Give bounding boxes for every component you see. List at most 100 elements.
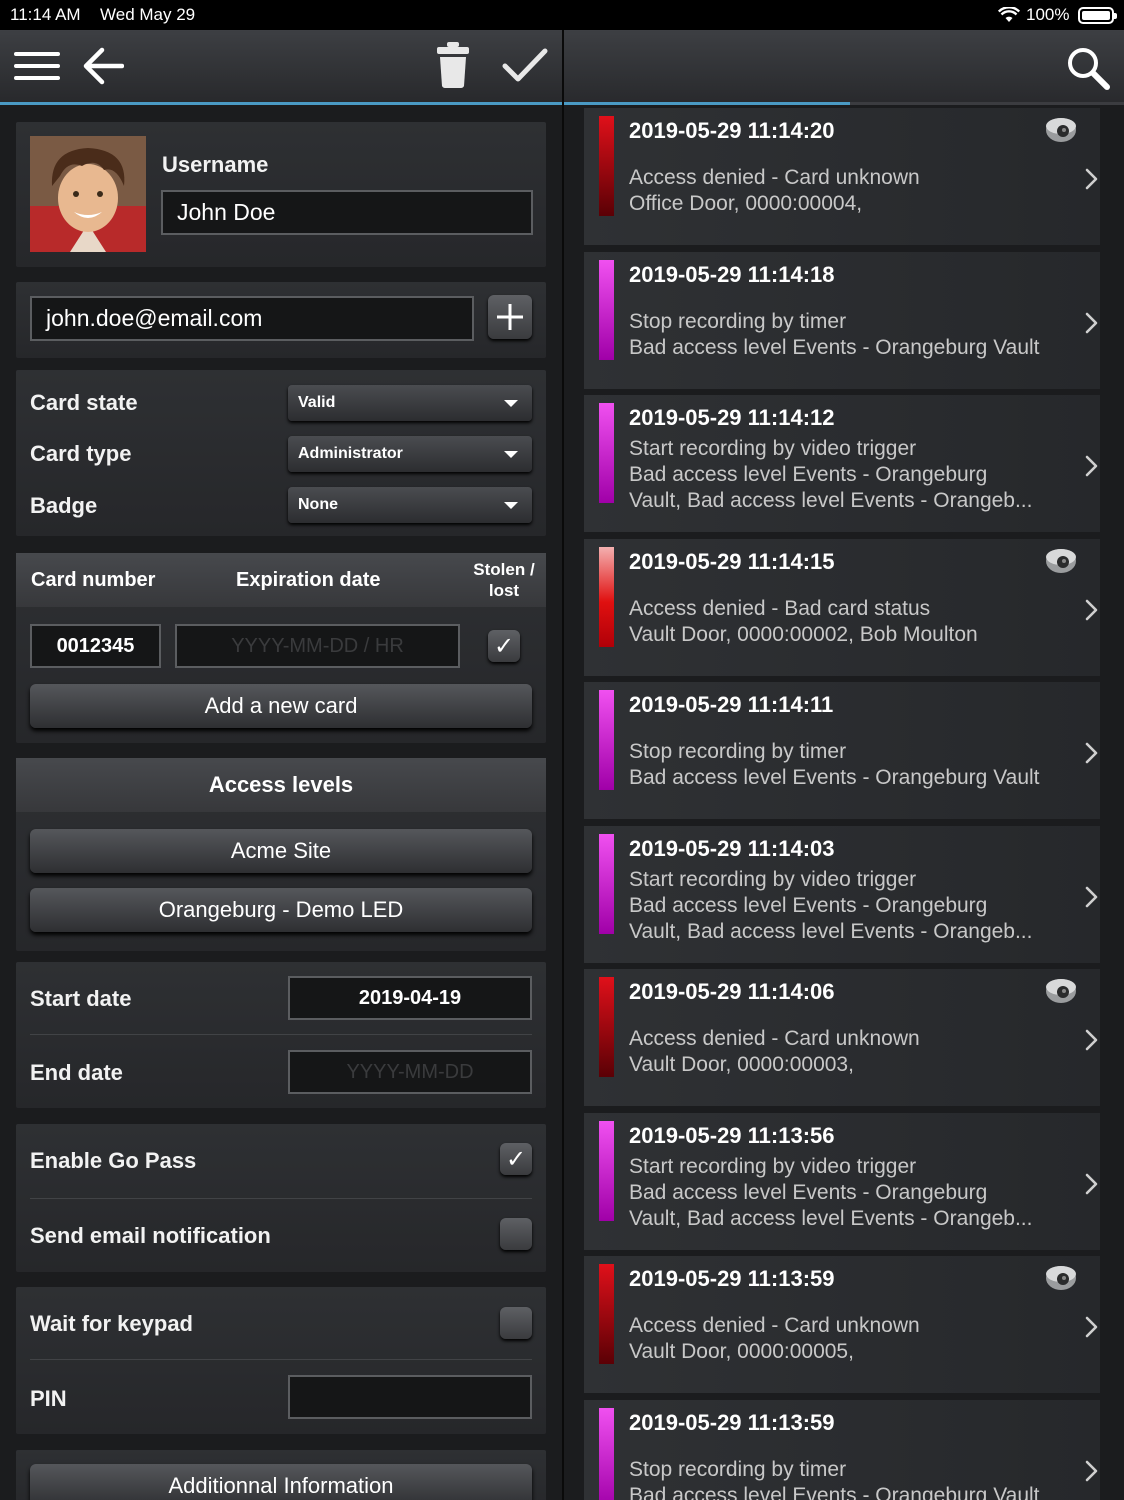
event-timestamp: 2019-05-29 11:14:15 (629, 549, 835, 574)
event-description-line: Bad access level Events - Orangeburg Vau… (629, 766, 1040, 789)
additional-info-card: Additionnal Information (16, 1450, 546, 1500)
arrow-left-icon[interactable] (82, 46, 124, 86)
event-timestamp: 2019-05-29 11:14:12 (629, 405, 835, 430)
event-severity-bar (599, 547, 614, 647)
col-stolen-lost: Stolen / lost (473, 560, 535, 600)
event-description-line: Bad access level Events - Orangeburg Vau… (629, 1484, 1040, 1500)
camera-icon[interactable] (1044, 975, 1078, 1005)
email-field[interactable]: john.doe@email.com (30, 296, 474, 341)
event-description-line: Vault Door, 0000:00003, (629, 1053, 854, 1076)
checkmark-icon: ✓ (505, 1145, 527, 1173)
access-levels-title: Access levels (208, 772, 354, 797)
end-date-label: End date (30, 1060, 123, 1085)
events-toolbar (564, 30, 1124, 105)
event-description-line: Bad access level Events - Orangeburg (629, 894, 988, 917)
pin-field[interactable] (288, 1375, 532, 1419)
card-number-field[interactable]: 0012345 (30, 624, 161, 668)
event-timestamp: 2019-05-29 11:13:59 (629, 1410, 835, 1435)
event-row[interactable]: 2019-05-29 11:14:15 Access denied - Bad c… (584, 539, 1100, 679)
chevron-right-icon (1085, 312, 1098, 334)
event-severity-bar (599, 1121, 614, 1221)
notifications-card: Enable Go Pass ✓ Send email notification (16, 1124, 546, 1272)
username-value: John Doe (177, 199, 276, 225)
card-number-value: 0012345 (56, 634, 135, 657)
event-timestamp: 2019-05-29 11:14:06 (629, 979, 835, 1004)
additional-info-label: Additionnal Information (168, 1473, 394, 1498)
card-type-label: Card type (30, 441, 132, 466)
search-icon[interactable] (1066, 46, 1110, 90)
access-level-item[interactable]: Acme Site (30, 829, 532, 873)
email-notify-checkbox[interactable] (500, 1218, 532, 1250)
status-time: 11:14 AM (10, 5, 81, 24)
event-description-line: Stop recording by timer (629, 740, 847, 763)
event-row[interactable]: 2019-05-29 11:14:06 Access denied - Card … (584, 969, 1100, 1109)
checkmark-icon: ✓ (493, 632, 515, 660)
chevron-down-icon (504, 451, 518, 458)
go-pass-label: Enable Go Pass (30, 1148, 197, 1173)
camera-icon[interactable] (1044, 1262, 1078, 1292)
camera-icon[interactable] (1044, 545, 1078, 575)
card-type-value: Administrator (298, 445, 403, 462)
stolen-lost-checkbox[interactable]: ✓ (488, 630, 520, 662)
event-row[interactable]: 2019-05-29 11:13:59 Access denied - Card … (584, 1256, 1100, 1396)
status-bar: 11:14 AM Wed May 29 100% (0, 0, 1124, 30)
event-description-line: Stop recording by timer (629, 310, 847, 333)
trash-icon[interactable] (436, 42, 470, 88)
chevron-right-icon (1085, 455, 1098, 477)
event-description-line: Vault Door, 0000:00005, (629, 1340, 854, 1363)
cards-table-header: Card number Expiration date Stolen / los… (16, 553, 546, 607)
access-level-label: Acme Site (230, 838, 332, 863)
expiration-date-field[interactable]: YYYY-MM-DD / HR (175, 624, 460, 668)
event-severity-bar (599, 690, 614, 790)
event-timestamp: 2019-05-29 11:13:59 (629, 1266, 835, 1291)
access-levels-header: Access levels (16, 758, 546, 812)
camera-icon[interactable] (1044, 114, 1078, 144)
pin-label: PIN (30, 1386, 67, 1411)
event-row[interactable]: 2019-05-29 11:14:20 Access denied - Card … (584, 108, 1100, 248)
status-date: Wed May 29 (100, 5, 196, 24)
card-state-value: Valid (298, 394, 336, 411)
event-timestamp: 2019-05-29 11:14:18 (629, 262, 835, 287)
event-description-line: Vault, Bad access level Events - Orangeb… (629, 1207, 1033, 1230)
chevron-right-icon (1085, 599, 1098, 621)
event-row[interactable]: 2019-05-29 11:14:12 Start recording by vi… (584, 395, 1100, 535)
event-description-line: Vault, Bad access level Events - Orangeb… (629, 489, 1033, 512)
keypad-card: Wait for keypad PIN (16, 1287, 546, 1434)
event-severity-bar (599, 977, 614, 1077)
add-card-button[interactable]: Add a new card (30, 684, 532, 728)
email-value: john.doe@email.com (46, 305, 263, 331)
chevron-right-icon (1085, 168, 1098, 190)
event-severity-bar (599, 260, 614, 360)
card-type-dropdown[interactable]: Administrator (288, 436, 532, 472)
chevron-right-icon (1085, 886, 1098, 908)
add-card-label: Add a new card (204, 693, 358, 718)
wifi-icon (998, 7, 1020, 22)
add-email-button[interactable] (488, 295, 532, 339)
start-date-field[interactable]: 2019-04-19 (288, 976, 532, 1020)
go-pass-checkbox[interactable]: ✓ (500, 1143, 532, 1175)
event-description-line: Vault, Bad access level Events - Orangeb… (629, 920, 1033, 943)
event-row[interactable]: 2019-05-29 11:14:18 Stop recording by tim… (584, 252, 1100, 392)
event-row[interactable]: 2019-05-29 11:13:56 Start recording by vi… (584, 1113, 1100, 1253)
hamburger-icon[interactable] (14, 50, 60, 82)
end-date-field[interactable]: YYYY-MM-DD (288, 1050, 532, 1094)
wait-keypad-checkbox[interactable] (500, 1307, 532, 1339)
event-row[interactable]: 2019-05-29 11:14:11 Stop recording by tim… (584, 682, 1100, 822)
event-row[interactable]: 2019-05-29 11:14:03 Start recording by vi… (584, 826, 1100, 966)
checkmark-icon[interactable] (502, 48, 548, 84)
chevron-right-icon (1085, 1460, 1098, 1482)
col-expiration-date: Expiration date (236, 569, 381, 591)
event-severity-bar (599, 1264, 614, 1364)
cards-card: Card number Expiration date Stolen / los… (16, 553, 546, 743)
username-field[interactable]: John Doe (161, 190, 533, 235)
event-row[interactable]: 2019-05-29 11:13:59 Stop recording by tim… (584, 1400, 1100, 1500)
event-description-line: Access denied - Card unknown (629, 1314, 920, 1337)
avatar[interactable] (30, 136, 146, 252)
card-state-dropdown[interactable]: Valid (288, 385, 532, 421)
access-level-item[interactable]: Orangeburg - Demo LED (30, 888, 532, 932)
badge-dropdown[interactable]: None (288, 487, 532, 523)
card-settings-card: Card state Valid Card type Administrator… (16, 370, 546, 536)
additional-info-button[interactable]: Additionnal Information (30, 1464, 532, 1500)
plus-icon (497, 304, 523, 330)
start-date-label: Start date (30, 986, 132, 1011)
